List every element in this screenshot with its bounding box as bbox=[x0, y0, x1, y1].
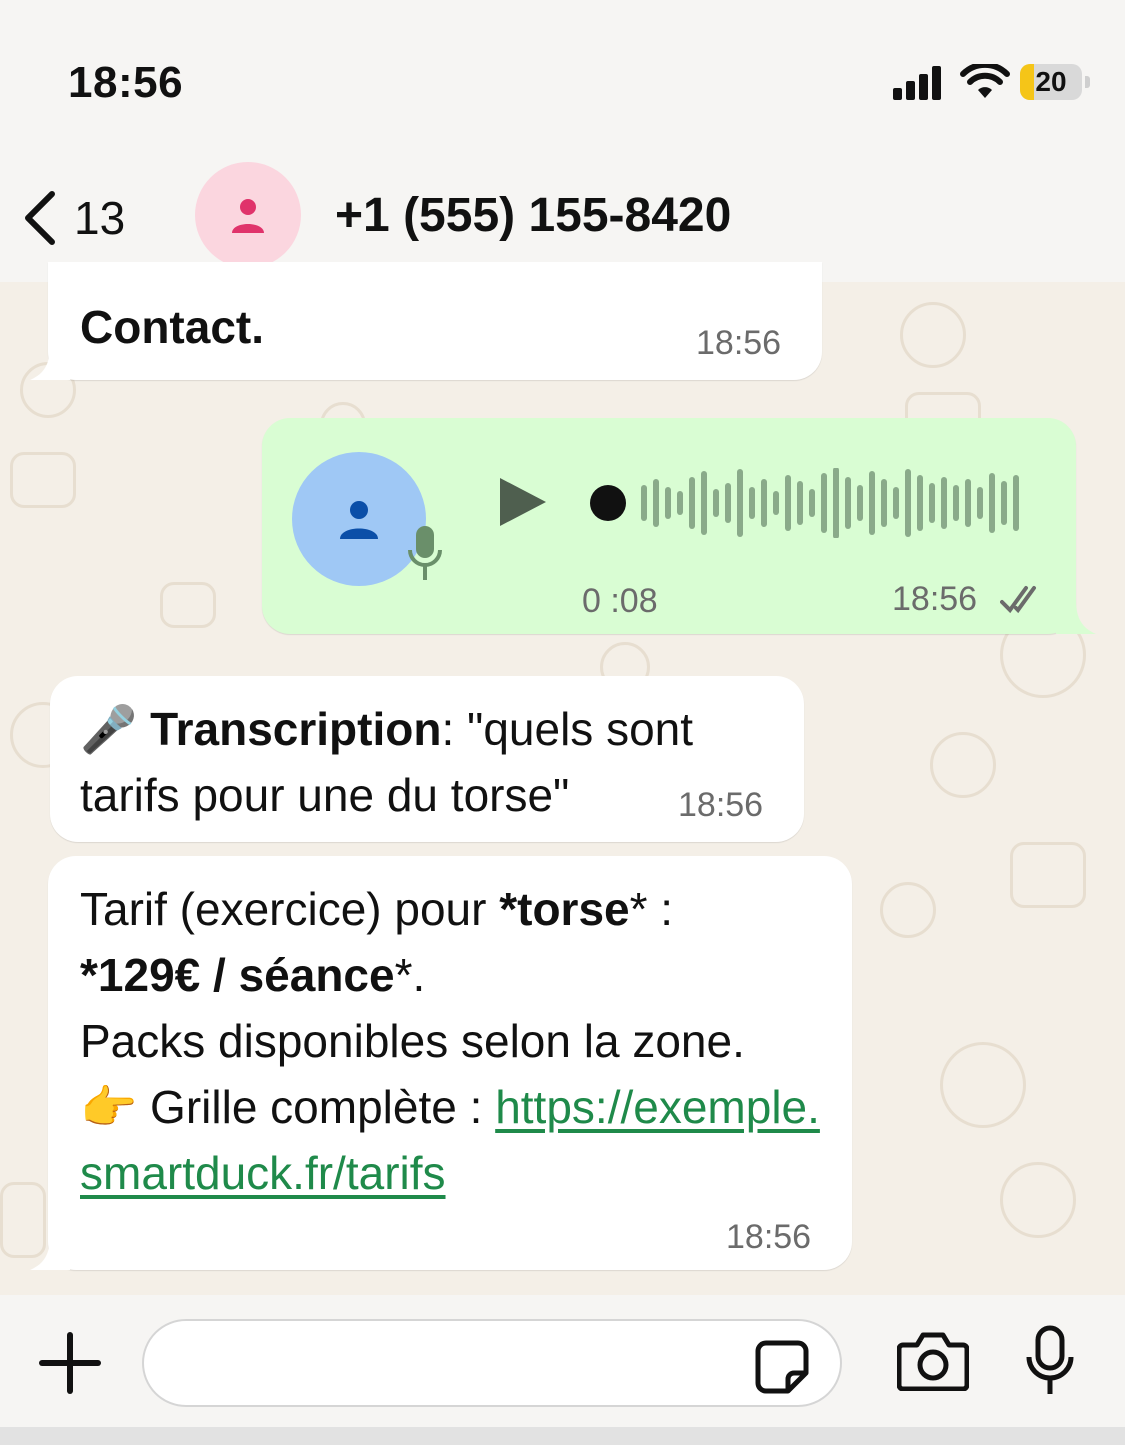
status-bar: 18:56 20 bbox=[0, 0, 1125, 150]
play-icon[interactable] bbox=[498, 476, 548, 528]
plus-icon[interactable] bbox=[38, 1331, 102, 1395]
incoming-message[interactable]: Tarif (exercice) pour *torse* : *129€ / … bbox=[48, 856, 852, 1270]
microphone-emoji: 🎤 bbox=[80, 703, 138, 755]
microphone-icon bbox=[408, 526, 442, 580]
battery-tip bbox=[1085, 76, 1090, 88]
microphone-icon[interactable] bbox=[1026, 1325, 1074, 1397]
message-time: 18:56 bbox=[678, 786, 764, 824]
message-input[interactable] bbox=[142, 1319, 842, 1407]
battery-indicator: 20 bbox=[1020, 64, 1082, 100]
reply-bold-1: *torse bbox=[499, 883, 630, 935]
contact-name[interactable]: +1 (555) 155-8420 bbox=[335, 188, 731, 243]
bubble-tail bbox=[30, 1236, 70, 1270]
composer-bar bbox=[0, 1295, 1125, 1427]
message-time: 18:56 bbox=[696, 324, 782, 362]
transcription-text: 🎤 Transcription: "quels sont tarifs pour… bbox=[80, 696, 780, 828]
reply-line-3: Packs disponibles selon la zone. bbox=[80, 1015, 745, 1067]
pointing-emoji: 👉 bbox=[80, 1081, 138, 1133]
incoming-message[interactable]: 🎤 Transcription: "quels sont tarifs pour… bbox=[50, 676, 804, 842]
contact-avatar[interactable] bbox=[195, 162, 301, 268]
waveform[interactable] bbox=[588, 468, 1028, 538]
battery-percentage: 20 bbox=[1035, 66, 1067, 97]
home-indicator-area bbox=[0, 1427, 1125, 1445]
reply-line-2-end: *. bbox=[394, 949, 426, 1001]
voice-duration: 0 :08 bbox=[582, 582, 658, 620]
reply-price: *129€ / séance bbox=[80, 949, 395, 1001]
signal-icon bbox=[893, 66, 941, 100]
bubble-tail bbox=[1056, 600, 1096, 634]
reply-line-1-end: * : bbox=[629, 883, 674, 935]
delivered-ticks-icon bbox=[1000, 586, 1036, 614]
wifi-icon bbox=[960, 64, 1010, 98]
reply-line-1: Tarif (exercice) pour bbox=[80, 883, 500, 935]
message-time: 18:56 bbox=[892, 580, 978, 618]
back-button[interactable]: 13 bbox=[22, 186, 162, 250]
incoming-message[interactable]: Contact. 18:56 bbox=[48, 262, 822, 380]
reply-text: Tarif (exercice) pour *torse* : *129€ / … bbox=[80, 876, 840, 1206]
voice-message[interactable]: 0 :08 18:56 bbox=[262, 418, 1076, 634]
chevron-left-icon bbox=[25, 191, 55, 245]
message-time: 18:56 bbox=[726, 1218, 812, 1256]
transcription-label: Transcription bbox=[150, 703, 442, 755]
message-text: Contact. bbox=[80, 301, 264, 353]
camera-icon[interactable] bbox=[897, 1331, 969, 1391]
person-icon bbox=[340, 501, 378, 539]
unread-count: 13 bbox=[74, 192, 126, 244]
reply-line-4: Grille complète : bbox=[137, 1081, 496, 1133]
bubble-tail bbox=[30, 346, 70, 380]
status-time: 18:56 bbox=[68, 58, 184, 107]
person-icon bbox=[232, 199, 264, 233]
sticker-icon[interactable] bbox=[754, 1339, 810, 1395]
